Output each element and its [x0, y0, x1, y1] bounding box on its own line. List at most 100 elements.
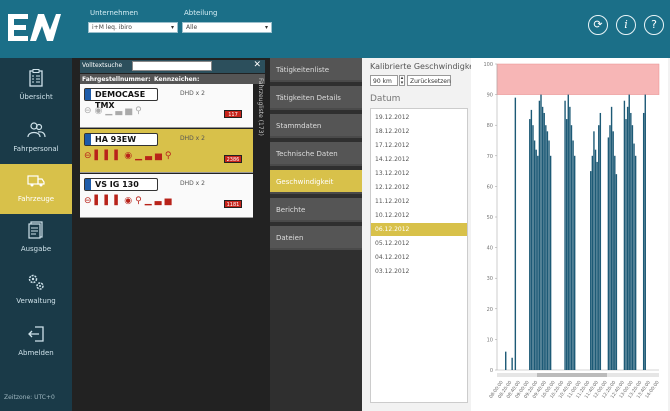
- nav-item-fahrpersonal[interactable]: Fahrpersonal: [0, 114, 72, 164]
- y-tick-label: 50: [487, 215, 493, 221]
- count-badge: 117: [224, 110, 242, 118]
- unternehmen-value: i+M leq. ibiro: [92, 24, 132, 31]
- speed-bar: [614, 155, 616, 370]
- info-icon[interactable]: i: [616, 15, 636, 35]
- date-item[interactable]: 13.12.2012: [371, 167, 467, 180]
- column-fahrgestellnummer[interactable]: Fahrgestellnummer:: [82, 76, 151, 83]
- abteilung-select[interactable]: Alle ▾: [182, 22, 272, 33]
- abteilung-label: Abteilung: [184, 9, 218, 17]
- speed-bar: [596, 161, 598, 370]
- date-item[interactable]: 03.12.2012: [371, 265, 467, 278]
- speed-bar: [514, 97, 517, 370]
- column-kennzeichen[interactable]: Kennzeichen:: [154, 76, 199, 83]
- refresh-icon[interactable]: ⟳: [588, 15, 608, 35]
- speed-bar: [540, 94, 542, 370]
- chart-scrollbar-thumb: [537, 373, 607, 377]
- y-tick-label: 30: [487, 276, 493, 282]
- close-icon[interactable]: ✕: [253, 60, 261, 70]
- menu-item-geschwindigkeit[interactable]: Geschwindigkeit: [270, 170, 362, 194]
- y-tick-label: 80: [487, 123, 493, 129]
- status-icons: ⊖▌▌▌◉⚲▁▃▅: [84, 196, 175, 206]
- speed-bar: [630, 112, 632, 371]
- speed-value: 90 km: [373, 78, 392, 85]
- speed-bar: [590, 171, 592, 370]
- eu-flag-icon: [85, 89, 91, 100]
- date-item[interactable]: 06.12.2012: [371, 223, 467, 236]
- clipboard-icon: [29, 69, 43, 87]
- speed-bar: [529, 119, 531, 370]
- page-title: Kalibrierte Geschwindigkeit: [370, 62, 480, 71]
- gears-icon: [28, 274, 44, 290]
- speed-content: Kalibrierte Geschwindigkeit 90 km ▴ ▾ Zur…: [362, 58, 670, 411]
- nav-item-ausgabe[interactable]: Ausgabe: [0, 214, 72, 264]
- date-item[interactable]: 17.12.2012: [371, 139, 467, 152]
- reset-button[interactable]: Zurücksetzen: [407, 75, 451, 86]
- speed-bar: [615, 174, 618, 370]
- help-icon[interactable]: ?: [644, 15, 664, 35]
- speed-bar: [573, 155, 576, 370]
- date-item[interactable]: 11.12.2012: [371, 195, 467, 208]
- nav-item-fahrzeuge[interactable]: Fahrzeuge: [0, 164, 72, 214]
- nav-label: Abmelden: [18, 349, 54, 357]
- speed-stepper[interactable]: ▴ ▾: [399, 75, 405, 86]
- status-icons: ⊖▌▌▌◉▁▃▅⚲: [84, 151, 175, 161]
- company-logo: [8, 14, 61, 41]
- people-icon: [27, 122, 46, 138]
- search-input[interactable]: [132, 61, 212, 71]
- y-tick-label: 90: [487, 93, 493, 99]
- y-tick-label: 70: [487, 154, 493, 160]
- speed-input[interactable]: 90 km: [370, 75, 398, 86]
- speed-bar: [569, 106, 571, 370]
- date-item[interactable]: 05.12.2012: [371, 237, 467, 250]
- speed-bar: [607, 137, 610, 370]
- speed-bar: [626, 106, 629, 370]
- vehicle-list-side-tab[interactable]: Fahrzeugliste (173): [257, 78, 264, 136]
- speed-bar: [505, 351, 507, 370]
- speed-bar: [533, 140, 536, 370]
- date-item[interactable]: 14.12.2012: [371, 153, 467, 166]
- menu-item-taetigkeiten-details[interactable]: Tätigkeiten Details: [270, 86, 362, 110]
- date-item[interactable]: 19.12.2012: [371, 111, 467, 124]
- menu-item-taetigkeitenliste[interactable]: Tätigkeitenliste: [270, 58, 362, 82]
- speed-bar: [631, 125, 634, 370]
- vehicle-row[interactable]: VS IG 130 DHD x 2 ⊖▌▌▌◉⚲▁▃▅ 1181: [80, 174, 253, 218]
- vehicle-row[interactable]: HA 93EW DHD x 2 ⊖▌▌▌◉▁▃▅⚲ 2386: [80, 129, 253, 173]
- speed-bar: [633, 143, 635, 370]
- count-badge: 1181: [224, 200, 242, 208]
- speed-bar: [591, 155, 594, 370]
- menu-item-berichte[interactable]: Berichte: [270, 198, 362, 222]
- vehicle-list-panel: Volltextsuche ✕ Fahrgestellnummer: Kennz…: [72, 58, 270, 411]
- top-header: Unternehmen i+M leq. ibiro ▾ Abteilung A…: [0, 0, 670, 58]
- speed-bar: [532, 125, 534, 370]
- menu-item-dateien[interactable]: Dateien: [270, 226, 362, 250]
- document-icon: [28, 221, 43, 239]
- plate-text: HA 93EW: [95, 135, 137, 144]
- menu-item-stammdaten[interactable]: Stammdaten: [270, 114, 362, 138]
- device-type: DHD x 2: [180, 180, 205, 187]
- speed-bar: [545, 125, 547, 370]
- date-item[interactable]: 10.12.2012: [371, 209, 467, 222]
- nav-item-uebersicht[interactable]: Übersicht: [0, 62, 72, 112]
- nav-label: Fahrzeuge: [17, 195, 55, 203]
- date-item[interactable]: 12.12.2012: [371, 181, 467, 194]
- speed-bar: [543, 112, 545, 371]
- y-tick-label: 0: [490, 368, 493, 374]
- date-item[interactable]: 04.12.2012: [371, 251, 467, 264]
- vehicle-column-headers: Fahrgestellnummer: Kennzeichen:: [80, 74, 265, 84]
- chevron-down-icon: ▾: [264, 24, 268, 31]
- nav-label: Fahrpersonal: [13, 145, 59, 153]
- timezone-label: Zeitzone: UTC+0: [4, 394, 55, 401]
- nav-item-abmelden[interactable]: Abmelden: [0, 318, 72, 368]
- unternehmen-select[interactable]: i+M leq. ibiro ▾: [88, 22, 178, 33]
- nav-label: Ausgabe: [20, 245, 52, 253]
- device-type: DHD x 2: [180, 90, 205, 97]
- date-list: 19.12.2012 18.12.2012 17.12.2012 14.12.2…: [370, 108, 468, 403]
- nav-item-verwaltung[interactable]: Verwaltung: [0, 266, 72, 316]
- vehicle-row[interactable]: DEMOCASE TMX DHD x 2 ⊖◉▁▃▅⚲ 117: [80, 84, 253, 128]
- y-tick-label: 20: [487, 307, 493, 313]
- speed-bar: [567, 94, 569, 370]
- date-item[interactable]: 18.12.2012: [371, 125, 467, 138]
- speed-bar: [546, 131, 549, 370]
- speed-bar: [530, 109, 533, 371]
- menu-item-technische-daten[interactable]: Technische Daten: [270, 142, 362, 166]
